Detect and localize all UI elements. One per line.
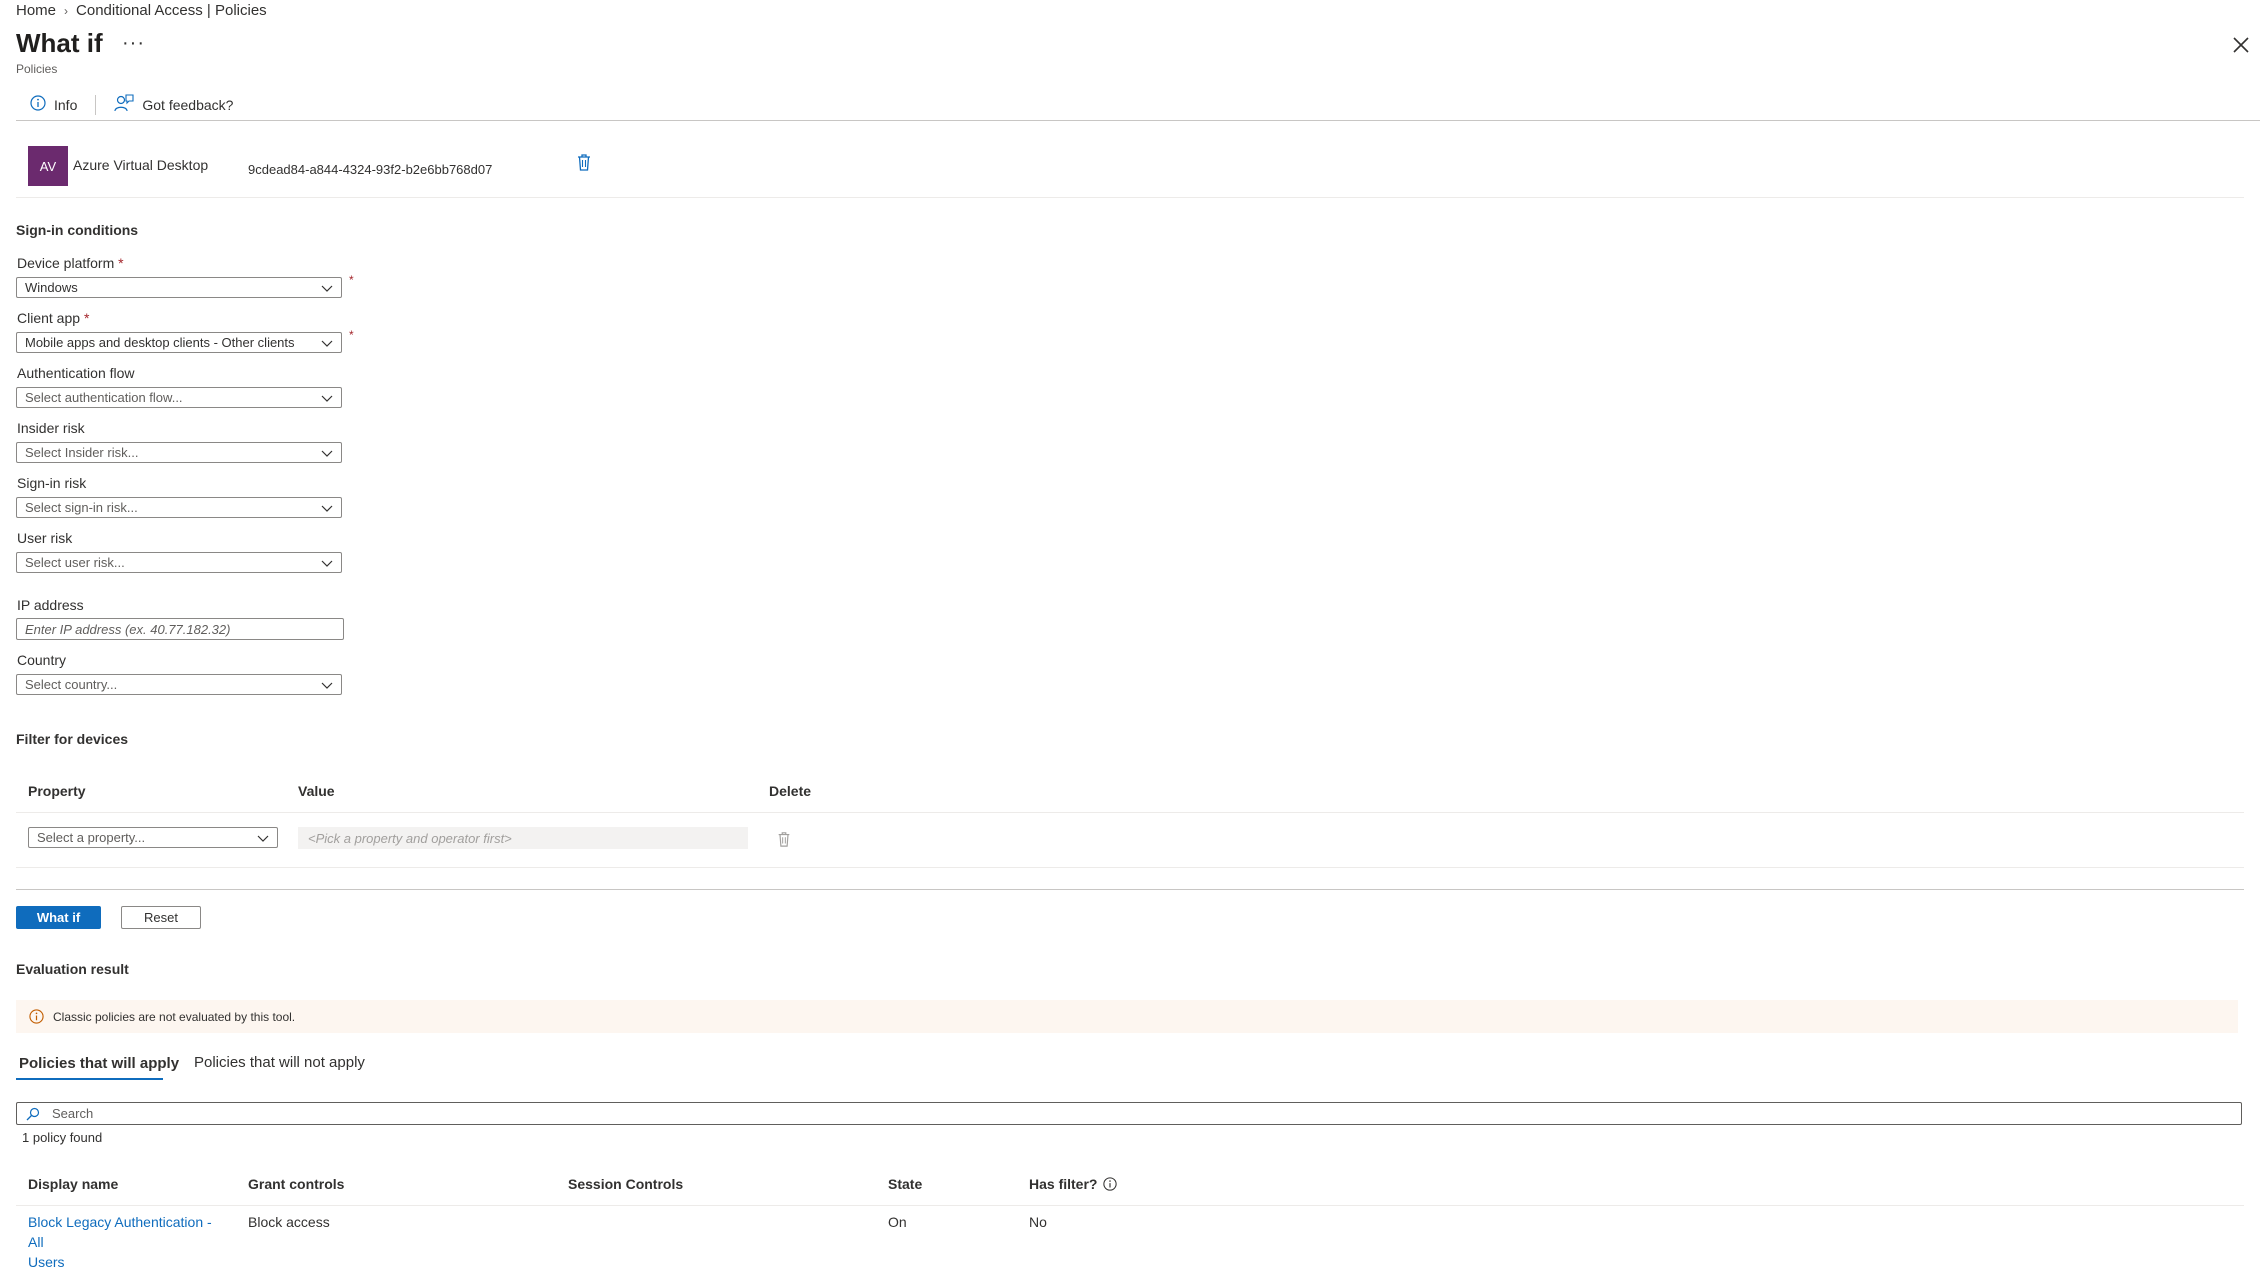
app-id: 9cdead84-a844-4324-93f2-b2e6bb768d07 xyxy=(248,162,493,177)
policy-name-line1[interactable]: Block Legacy Authentication - All xyxy=(28,1212,228,1252)
info-button[interactable]: Info xyxy=(22,95,85,114)
device-platform-label: Device platform * xyxy=(17,255,124,271)
client-app-value: Mobile apps and desktop clients - Other … xyxy=(25,335,295,350)
filter-col-value: Value xyxy=(298,783,335,799)
auth-flow-label: Authentication flow xyxy=(17,365,135,381)
active-tab-indicator xyxy=(16,1078,163,1080)
has-filter-cell: No xyxy=(1029,1214,1047,1230)
app-avatar: AV xyxy=(28,146,68,186)
feedback-icon xyxy=(114,94,134,115)
info-icon xyxy=(30,95,46,114)
notice-banner: Classic policies are not evaluated by th… xyxy=(16,1000,2238,1033)
delete-icon[interactable] xyxy=(575,152,593,172)
user-risk-dropdown[interactable]: Select user risk... xyxy=(16,552,342,573)
chevron-down-icon xyxy=(321,450,333,457)
auth-flow-dropdown[interactable]: Select authentication flow... xyxy=(16,387,342,408)
result-col-state: State xyxy=(888,1176,923,1192)
chevron-down-icon xyxy=(321,682,333,689)
more-options-icon[interactable]: ··· xyxy=(122,32,145,55)
divider xyxy=(16,889,2244,890)
close-icon[interactable] xyxy=(2230,34,2252,56)
required-indicator: * xyxy=(349,328,354,342)
insider-risk-label: Insider risk xyxy=(17,420,85,436)
toolbar-divider xyxy=(95,94,97,115)
filter-devices-heading: Filter for devices xyxy=(16,731,129,747)
evaluation-result-heading: Evaluation result xyxy=(16,961,129,977)
country-label: Country xyxy=(17,652,67,668)
auth-flow-placeholder: Select authentication flow... xyxy=(25,390,183,405)
result-col-grant-controls: Grant controls xyxy=(248,1176,345,1192)
grant-controls-cell: Block access xyxy=(248,1214,330,1230)
sign-in-risk-placeholder: Select sign-in risk... xyxy=(25,500,138,515)
filter-property-dropdown[interactable]: Select a property... xyxy=(28,827,278,848)
reset-button[interactable]: Reset xyxy=(121,906,201,929)
info-icon xyxy=(29,1009,44,1024)
tab-policies-will-apply[interactable]: Policies that will apply xyxy=(19,1055,179,1072)
command-bar: Info Got feedback? xyxy=(22,94,241,115)
insider-risk-dropdown[interactable]: Select Insider risk... xyxy=(16,442,342,463)
filter-value-input: <Pick a property and operator first> xyxy=(298,827,748,849)
divider xyxy=(16,867,2244,868)
country-dropdown[interactable]: Select country... xyxy=(16,674,342,695)
what-if-button[interactable]: What if xyxy=(16,906,101,929)
device-platform-dropdown[interactable]: Windows xyxy=(16,277,342,298)
chevron-down-icon xyxy=(321,340,333,347)
info-label: Info xyxy=(54,96,78,113)
result-col-display-name: Display name xyxy=(28,1176,119,1192)
client-app-dropdown[interactable]: Mobile apps and desktop clients - Other … xyxy=(16,332,342,353)
user-risk-placeholder: Select user risk... xyxy=(25,555,125,570)
chevron-down-icon xyxy=(321,505,333,512)
feedback-button[interactable]: Got feedback? xyxy=(106,94,241,115)
filter-col-delete: Delete xyxy=(769,783,812,799)
page-title: What if xyxy=(16,28,103,58)
app-name: Azure Virtual Desktop xyxy=(73,157,209,173)
chevron-right-icon: › xyxy=(64,3,69,18)
table-row-policy-link[interactable]: Block Legacy Authentication - All Users xyxy=(28,1212,228,1272)
sign-in-risk-label: Sign-in risk xyxy=(17,475,87,491)
result-col-has-filter: Has filter? xyxy=(1029,1176,1118,1192)
info-icon[interactable] xyxy=(1103,1177,1118,1191)
insider-risk-placeholder: Select Insider risk... xyxy=(25,445,139,460)
search-icon xyxy=(26,1107,40,1121)
filter-property-placeholder: Select a property... xyxy=(37,830,146,845)
feedback-label: Got feedback? xyxy=(142,96,234,113)
country-placeholder: Select country... xyxy=(25,677,118,692)
breadcrumb-policies[interactable]: Conditional Access | Policies xyxy=(76,2,267,19)
state-cell: On xyxy=(888,1214,907,1230)
device-platform-value: Windows xyxy=(25,280,78,295)
ip-address-input[interactable]: Enter IP address (ex. 40.77.182.32) xyxy=(16,618,344,640)
divider xyxy=(16,197,2244,198)
policy-name-line2[interactable]: Users xyxy=(28,1252,228,1272)
divider xyxy=(16,812,2244,813)
client-app-label: Client app * xyxy=(17,310,90,326)
policy-count: 1 policy found xyxy=(22,1130,103,1145)
search-input[interactable]: Search xyxy=(16,1102,2242,1125)
divider xyxy=(16,1205,2244,1206)
sign-in-conditions-heading: Sign-in conditions xyxy=(16,222,139,238)
tab-policies-will-not-apply[interactable]: Policies that will not apply xyxy=(194,1054,365,1071)
chevron-down-icon xyxy=(321,395,333,402)
notice-text: Classic policies are not evaluated by th… xyxy=(53,1009,296,1024)
user-risk-label: User risk xyxy=(17,530,73,546)
ip-address-label: IP address xyxy=(17,597,84,613)
breadcrumb-home[interactable]: Home xyxy=(16,2,56,19)
result-col-session-controls: Session Controls xyxy=(568,1176,684,1192)
chevron-down-icon xyxy=(257,835,269,842)
has-filter-label: Has filter? xyxy=(1029,1176,1098,1192)
delete-icon xyxy=(776,830,792,848)
page-subtitle: Policies xyxy=(16,62,58,76)
breadcrumb: Home › Conditional Access | Policies xyxy=(16,2,267,19)
sign-in-risk-dropdown[interactable]: Select sign-in risk... xyxy=(16,497,342,518)
search-placeholder: Search xyxy=(52,1106,94,1121)
chevron-down-icon xyxy=(321,285,333,292)
chevron-down-icon xyxy=(321,560,333,567)
toolbar-divider-line xyxy=(16,120,2260,121)
required-indicator: * xyxy=(349,273,354,287)
filter-col-property: Property xyxy=(28,783,86,799)
